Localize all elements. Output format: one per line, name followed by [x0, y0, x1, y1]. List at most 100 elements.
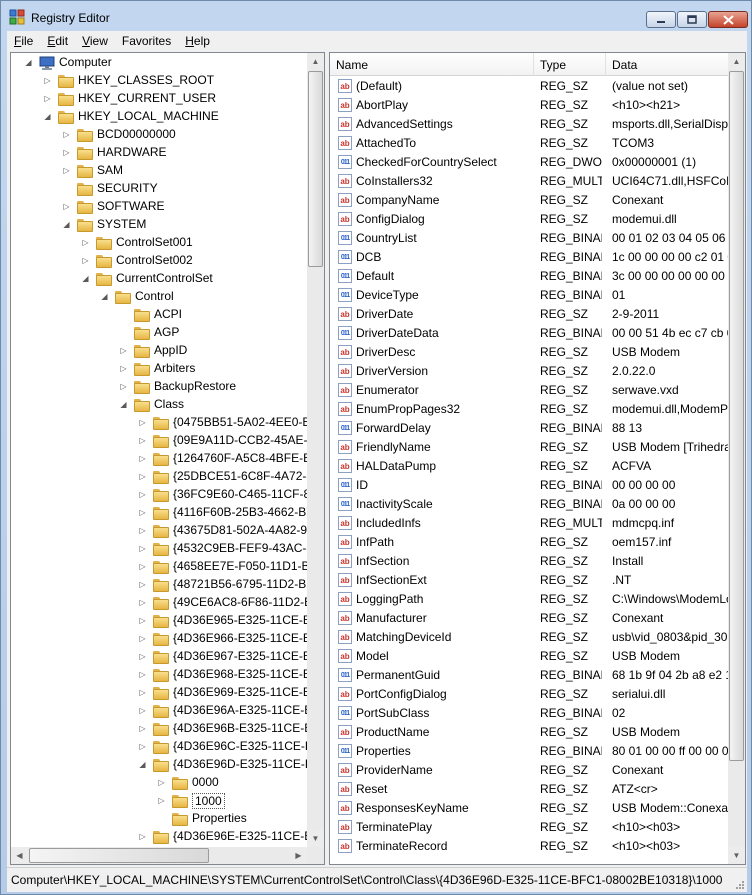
collapsed-triangle-icon[interactable]: ▷	[119, 382, 128, 391]
value-row[interactable]: ab TerminatePlay REG_SZ <h10><h03>	[330, 818, 730, 837]
value-row[interactable]: ab Model REG_SZ USB Modem	[330, 647, 730, 666]
value-row[interactable]: ab HALDataPump REG_SZ ACFVA	[330, 457, 730, 476]
menu-edit[interactable]: Edit	[40, 34, 75, 48]
value-row[interactable]: ab LoggingPath REG_SZ C:\Windows\ModemLogs	[330, 590, 730, 609]
value-row[interactable]: ab FriendlyName REG_SZ USB Modem [Trihedral…	[330, 438, 730, 457]
tree-node[interactable]: ▷ {4D36E966-E325-11CE-BFC	[11, 630, 324, 648]
collapsed-triangle-icon[interactable]: ▷	[62, 148, 71, 157]
resize-grip-icon[interactable]	[733, 878, 745, 890]
tree-node[interactable]: ▷ {4658EE7E-F050-11D1-B6B	[11, 558, 324, 576]
value-row[interactable]: ab (Default) REG_SZ (value not set)	[330, 77, 730, 96]
tree-node[interactable]: ◢ Computer	[11, 54, 307, 72]
tree-node[interactable]: ▷ {25DBCE51-6C8F-4A72-8A	[11, 468, 321, 486]
tree-node[interactable]: ▷ BackupRestore	[11, 378, 307, 396]
list-vertical-scrollbar[interactable]: ▲ ▼	[728, 53, 745, 864]
tree-node[interactable]: ▷ HARDWARE	[11, 144, 307, 162]
collapsed-triangle-icon[interactable]: ▷	[138, 652, 147, 661]
values-list-pane[interactable]: Name Type Data ab (Default) REG_SZ (value n…	[329, 52, 746, 865]
menu-favorites[interactable]: Favorites	[115, 34, 178, 48]
tree-node[interactable]: ▷ {4D36E965-E325-11CE-BFC	[11, 612, 324, 630]
collapsed-triangle-icon[interactable]: ▷	[138, 688, 147, 697]
tree-node[interactable]: ▷ Arbiters	[11, 360, 307, 378]
key-tree-pane[interactable]: ◢ Computer ▷ HKEY_CLASSES_ROOT ▷ HKEY_CURRENT…	[10, 52, 325, 865]
collapsed-triangle-icon[interactable]: ▷	[138, 436, 147, 445]
tree-node[interactable]: ▷ {1264760F-A5C8-4BFE-B31	[11, 450, 324, 468]
value-row[interactable]: ab DriverDesc REG_SZ USB Modem	[330, 343, 730, 362]
value-row[interactable]: ab InfPath REG_SZ oem157.inf	[330, 533, 730, 552]
column-header-name[interactable]: Name	[330, 53, 534, 75]
value-row[interactable]: ab AbortPlay REG_SZ <h10><h21>	[330, 96, 730, 115]
tree-scroll-thumb[interactable]	[308, 71, 323, 267]
value-row[interactable]: 011 CheckedForCountrySelect REG_DWORD 0x000…	[330, 153, 730, 172]
scroll-right-arrow-icon[interactable]: ▶	[290, 847, 307, 864]
tree-node[interactable]: ▷ HKEY_CURRENT_USER	[11, 90, 307, 108]
tree-node[interactable]: ◢ CurrentControlSet	[11, 270, 307, 288]
value-row[interactable]: 011 ForwardDelay REG_BINARY 88 13	[330, 419, 730, 438]
list-scroll-down-arrow-icon[interactable]: ▼	[728, 847, 745, 864]
collapsed-triangle-icon[interactable]: ▷	[138, 418, 147, 427]
collapsed-triangle-icon[interactable]: ▷	[138, 724, 147, 733]
tree-node[interactable]: ◢ Control	[11, 288, 307, 306]
value-row[interactable]: 011 DCB REG_BINARY 1c 00 00 00 00 c2 01 00 …	[330, 248, 730, 267]
value-row[interactable]: 011 PermanentGuid REG_BINARY 68 1b 9f 04 2b…	[330, 666, 730, 685]
collapsed-triangle-icon[interactable]: ▷	[138, 742, 147, 751]
tree-node[interactable]: ▷ SOFTWARE	[11, 198, 307, 216]
value-row[interactable]: 011 PortSubClass REG_BINARY 02	[330, 704, 730, 723]
tree-node[interactable]: ▷ {4D36E968-E325-11CE-BFC	[11, 666, 324, 684]
collapsed-triangle-icon[interactable]: ▷	[138, 526, 147, 535]
tree-node[interactable]: ACPI	[11, 306, 307, 324]
value-row[interactable]: ab ResponsesKeyName REG_SZ USB Modem::Conex…	[330, 799, 730, 818]
collapsed-triangle-icon[interactable]: ▷	[138, 472, 147, 481]
value-row[interactable]: ab InfSection REG_SZ Install	[330, 552, 730, 571]
title-bar[interactable]: Registry Editor	[1, 1, 751, 31]
close-button[interactable]	[708, 11, 748, 28]
expanded-triangle-icon[interactable]: ◢	[62, 220, 71, 229]
value-row[interactable]: ab ProviderName REG_SZ Conexant	[330, 761, 730, 780]
value-row[interactable]: ab DriverDate REG_SZ 2-9-2011	[330, 305, 730, 324]
tree-node[interactable]: AGP	[11, 324, 307, 342]
value-row[interactable]: ab AttachedTo REG_SZ TCOM3	[330, 134, 730, 153]
tree-node[interactable]: ▷ {4532C9EB-FEF9-43AC-83	[11, 540, 320, 558]
tree-node[interactable]: ▷ AppID	[11, 342, 307, 360]
tree-node[interactable]: ▷ {49CE6AC8-6F86-11D2-B1	[11, 594, 319, 612]
value-row[interactable]: ab DriverVersion REG_SZ 2.0.22.0	[330, 362, 730, 381]
expanded-triangle-icon[interactable]: ◢	[138, 760, 147, 769]
collapsed-triangle-icon[interactable]: ▷	[138, 490, 147, 499]
tree-node[interactable]: ◢ Class	[11, 396, 307, 414]
tree-node[interactable]: ▷ 0000	[11, 774, 307, 792]
scroll-up-arrow-icon[interactable]: ▲	[307, 53, 324, 70]
value-row[interactable]: 011 Properties REG_BINARY 80 01 00 00 ff 00…	[330, 742, 730, 761]
collapsed-triangle-icon[interactable]: ▷	[81, 238, 90, 247]
tree-node[interactable]: ▷ {4D36E96C-E325-11CE-BF	[11, 738, 320, 756]
tree-node[interactable]: ▷ {4D36E96E-E325-11CE-BFC	[11, 828, 324, 846]
tree-node[interactable]: ▷ {4116F60B-25B3-4662-B73	[11, 504, 320, 522]
expanded-triangle-icon[interactable]: ◢	[43, 112, 52, 121]
tree-node[interactable]: ▷ HKEY_CLASSES_ROOT	[11, 72, 307, 90]
collapsed-triangle-icon[interactable]: ▷	[138, 544, 147, 553]
collapsed-triangle-icon[interactable]: ▷	[138, 562, 147, 571]
value-row[interactable]: ab CompanyName REG_SZ Conexant	[330, 191, 730, 210]
value-row[interactable]: ab PortConfigDialog REG_SZ serialui.dll	[330, 685, 730, 704]
tree-node[interactable]: Properties	[11, 810, 307, 828]
tree-node[interactable]: ▷ {4D36E967-E325-11CE-BFC	[11, 648, 324, 666]
column-header-type[interactable]: Type	[534, 53, 606, 75]
tree-vertical-scrollbar[interactable]: ▲ ▼	[307, 53, 324, 864]
value-row[interactable]: ab Manufacturer REG_SZ Conexant	[330, 609, 730, 628]
expanded-triangle-icon[interactable]: ◢	[81, 274, 90, 283]
tree-hscroll-thumb[interactable]	[29, 848, 209, 863]
collapsed-triangle-icon[interactable]: ▷	[157, 796, 166, 805]
minimize-button[interactable]	[646, 11, 676, 28]
collapsed-triangle-icon[interactable]: ▷	[138, 670, 147, 679]
collapsed-triangle-icon[interactable]: ▷	[119, 346, 128, 355]
expanded-triangle-icon[interactable]: ◢	[24, 58, 33, 67]
value-row[interactable]: 011 CountryList REG_BINARY 00 01 02 03 04 0…	[330, 229, 730, 248]
value-row[interactable]: 011 DeviceType REG_BINARY 01	[330, 286, 730, 305]
collapsed-triangle-icon[interactable]: ▷	[138, 616, 147, 625]
tree-node[interactable]: ▷ 1000	[11, 792, 307, 810]
value-row[interactable]: ab MatchingDeviceId REG_SZ usb\vid_0803&pid…	[330, 628, 730, 647]
maximize-button[interactable]	[677, 11, 707, 28]
tree-node[interactable]: ▷ {4D36E969-E325-11CE-BFC	[11, 684, 324, 702]
value-row[interactable]: ab IncludedInfs REG_MULTI_SZ mdmcpq.inf	[330, 514, 730, 533]
collapsed-triangle-icon[interactable]: ▷	[138, 634, 147, 643]
value-row[interactable]: ab InfSectionExt REG_SZ .NT	[330, 571, 730, 590]
